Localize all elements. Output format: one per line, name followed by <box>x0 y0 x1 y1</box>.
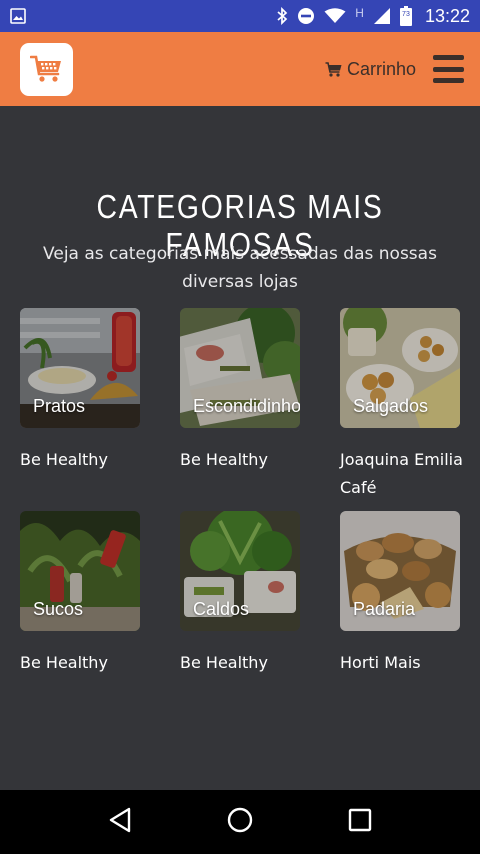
menu-bar <box>433 66 464 72</box>
category-image[interactable]: Padaria <box>340 511 460 631</box>
store-name[interactable]: Joaquina Emilia Café <box>340 446 480 502</box>
section-subtitle: Veja as categorias mais acessadas das no… <box>43 244 437 292</box>
store-name[interactable]: Be Healthy <box>180 446 330 474</box>
category-card-escondidinhos[interactable]: Escondidinhos Be Healthy <box>180 308 300 474</box>
store-name[interactable]: Be Healthy <box>20 446 170 474</box>
clock: 13:22 <box>424 5 470 26</box>
category-label: Salgados <box>353 396 429 416</box>
category-card-pratos[interactable]: Pratos Be Healthy <box>20 308 140 474</box>
category-image[interactable]: Salgados <box>340 308 460 428</box>
back-icon[interactable] <box>108 807 132 837</box>
cart-link[interactable]: Carrinho <box>325 59 416 80</box>
network-type-label: H <box>355 6 364 20</box>
bluetooth-icon <box>276 7 288 25</box>
cart-label: Carrinho <box>346 58 416 79</box>
store-name[interactable]: Be Healthy <box>180 649 330 677</box>
do-not-disturb-icon <box>297 7 315 25</box>
category-image[interactable]: Sucos <box>20 511 140 631</box>
category-image[interactable]: Pratos <box>20 308 140 428</box>
category-label: Sucos <box>33 599 84 619</box>
logo[interactable] <box>20 42 73 96</box>
category-label: Padaria <box>353 599 416 619</box>
menu-bar <box>433 78 464 83</box>
store-name[interactable]: Be Healthy <box>20 649 170 677</box>
signal-icon <box>373 7 391 25</box>
category-card-padaria[interactable]: Padaria Horti Mais <box>340 511 460 677</box>
status-bar: H 73 13:22 <box>0 0 480 32</box>
menu-bar <box>433 55 464 60</box>
hamburger-menu-button[interactable] <box>433 55 464 83</box>
app-header: Carrinho <box>0 32 480 106</box>
category-label: Caldos <box>193 599 250 619</box>
shopping-basket-icon <box>29 55 61 82</box>
category-card-sucos[interactable]: Sucos Be Healthy <box>20 511 140 677</box>
main-content: CATEGORIAS MAIS FAMOSAS Veja as categori… <box>0 106 480 790</box>
category-card-caldos[interactable]: Caldos Be Healthy <box>180 511 300 677</box>
gallery-notification-icon <box>10 8 26 24</box>
system-navigation-bar <box>0 790 480 854</box>
store-name[interactable]: Horti Mais <box>340 649 480 677</box>
category-image[interactable]: Escondidinhos <box>180 308 300 428</box>
category-label: Escondidinhos <box>193 396 300 416</box>
battery-icon: 73 <box>399 6 412 26</box>
category-label: Pratos <box>33 396 86 416</box>
cart-icon <box>325 61 342 77</box>
category-card-salgados[interactable]: Salgados Joaquina Emilia Café <box>340 308 463 502</box>
home-icon[interactable] <box>227 807 253 837</box>
category-image[interactable]: Caldos <box>180 511 300 631</box>
battery-level: 73 <box>402 11 410 18</box>
network-type-icon: H <box>355 6 364 26</box>
recents-icon[interactable] <box>348 808 372 836</box>
wifi-icon <box>324 8 346 24</box>
